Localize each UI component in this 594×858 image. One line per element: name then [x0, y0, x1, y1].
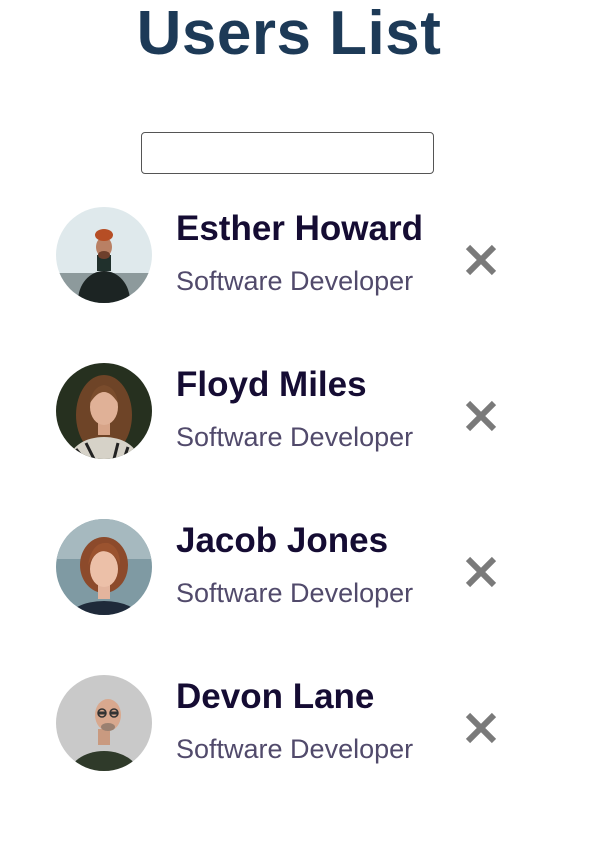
user-avatar [56, 363, 152, 459]
close-icon [465, 244, 497, 276]
user-role: Software Developer [176, 578, 414, 608]
remove-user-button[interactable] [460, 551, 502, 593]
user-list-item: Jacob Jones Software Developer [0, 519, 594, 619]
user-role: Software Developer [176, 422, 414, 452]
page-title: Users List [136, 0, 442, 68]
remove-user-button[interactable] [460, 707, 502, 749]
user-name: Esther Howard [176, 209, 423, 248]
avatar-image [56, 519, 152, 615]
user-name: Devon Lane [176, 677, 375, 716]
avatar-image [56, 207, 152, 303]
user-role: Software Developer [176, 734, 414, 764]
remove-user-button[interactable] [460, 395, 502, 437]
close-icon [465, 556, 497, 588]
user-avatar [56, 519, 152, 615]
user-role: Software Developer [176, 266, 414, 296]
avatar-image [56, 363, 152, 459]
user-avatar [56, 675, 152, 771]
close-icon [465, 400, 497, 432]
user-list-item: Floyd Miles Software Developer [0, 363, 594, 463]
user-avatar [56, 207, 152, 303]
user-name: Floyd Miles [176, 365, 367, 404]
search-input[interactable] [141, 132, 434, 174]
close-icon [465, 712, 497, 744]
user-list-item: Devon Lane Software Developer [0, 675, 594, 775]
user-list-item: Esther Howard Software Developer [0, 207, 594, 307]
user-name: Jacob Jones [176, 521, 389, 560]
remove-user-button[interactable] [460, 239, 502, 281]
avatar-image [56, 675, 152, 771]
